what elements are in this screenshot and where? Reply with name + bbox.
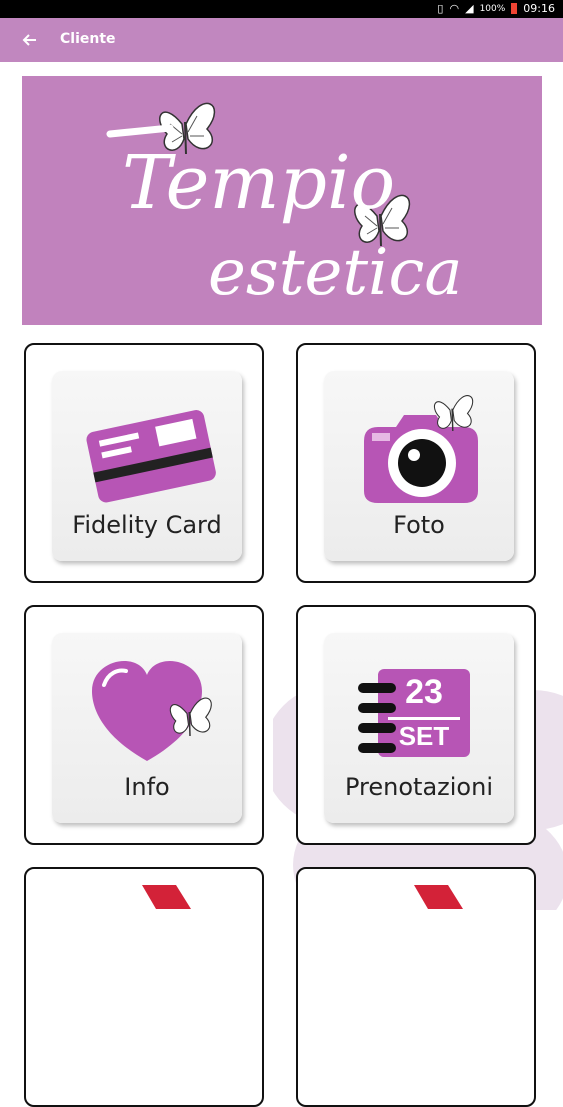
calendar-ring [358,703,396,713]
tile-partial-right[interactable] [296,867,536,1107]
clock: 09:16 [523,2,555,15]
tile-prenotazioni-button[interactable]: 23 SET Prenotazioni [324,633,514,823]
back-button[interactable] [18,28,42,52]
tile-fidelity-card-button[interactable]: Fidelity Card [52,371,242,561]
wifi-icon: ◠ [449,2,460,15]
heart-icon [92,661,212,761]
tile-label: Fidelity Card [72,511,222,539]
tile-partial-left[interactable] [24,867,264,1107]
tile-foto-button[interactable]: Foto [324,371,514,561]
vibrate-icon: ▯ [437,2,444,15]
battery-icon [511,3,518,14]
app-title: Cliente [60,31,116,47]
brand-logo: Tempio estetica [106,102,463,310]
status-bar: ▯ ◠ ◢ 100% 09:16 [0,0,563,18]
fidelity-card-icon [86,410,216,503]
tile-label: Info [124,773,170,801]
signal-icon: ◢ [465,2,474,15]
ribbon-icon [142,885,191,909]
arrow-left-icon [22,34,36,46]
app-bar: Cliente [0,18,563,62]
tile-prenotazioni[interactable]: 23 SET Prenotazioni [296,605,536,845]
tile-label: Foto [393,511,445,539]
svg-text:Tempio: Tempio [122,140,395,226]
brand-banner: Tempio estetica [22,76,542,325]
calendar-ring [358,743,396,753]
calendar-ring [358,723,396,733]
svg-text:estetica: estetica [208,236,463,310]
tile-foto[interactable]: Foto [296,343,536,583]
tile-info[interactable]: Info [24,605,264,845]
camera-icon [364,395,478,503]
tile-fidelity-card[interactable]: Fidelity Card [24,343,264,583]
ribbon-icon [414,885,463,909]
battery-level: 100% [479,3,506,14]
calendar-ring [358,683,396,693]
calendar-divider [388,717,460,720]
tile-label: Prenotazioni [345,773,493,801]
tile-info-button[interactable]: Info [52,633,242,823]
